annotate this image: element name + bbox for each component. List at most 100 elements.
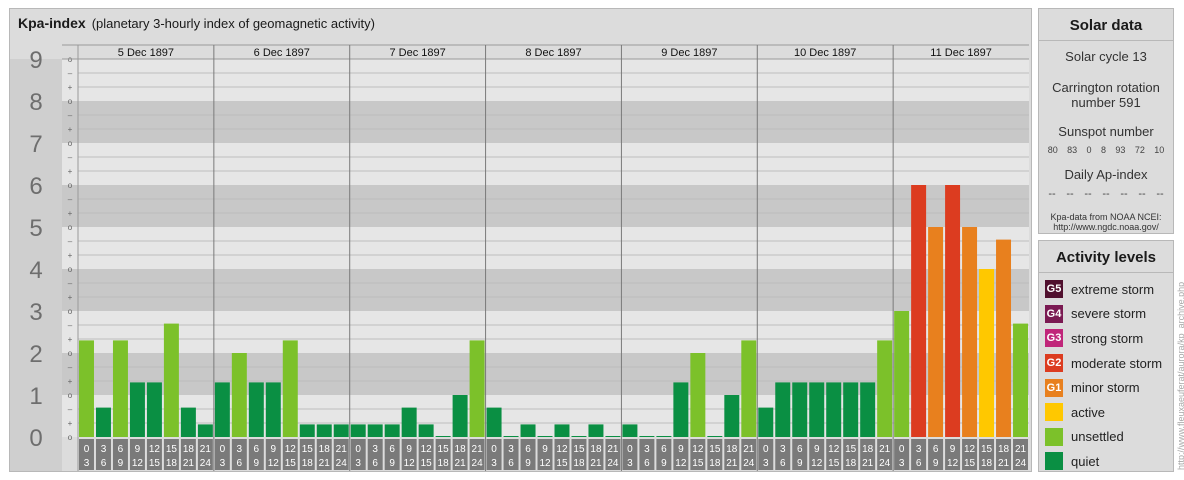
- interval-end-label: 9: [525, 458, 531, 469]
- interval-end-label: 15: [964, 458, 976, 469]
- activity-level-item: unsettled: [1039, 425, 1173, 450]
- interval-end-label: 24: [607, 458, 619, 469]
- kp-bar: [79, 340, 94, 437]
- activity-level-item: G5 extreme storm: [1039, 277, 1173, 302]
- activity-level-label: minor storm: [1071, 380, 1140, 396]
- kp-band: [10, 395, 1029, 437]
- day-label: 6 Dec 1897: [254, 47, 310, 59]
- kp-bar: [792, 382, 808, 437]
- sunspot-value: 10: [1154, 145, 1165, 155]
- sub-tick-marker: –: [68, 153, 73, 162]
- interval-end-label: 9: [661, 458, 667, 469]
- kp-bar: [639, 436, 655, 437]
- sub-tick-marker: –: [68, 405, 73, 414]
- kp-bar: [418, 424, 434, 437]
- kp-band: [10, 59, 1029, 101]
- kp-bar: [843, 382, 859, 437]
- interval-start-label: 18: [590, 444, 602, 455]
- kp-bar: [503, 436, 519, 437]
- interval-end-label: 24: [200, 458, 212, 469]
- interval-start-label: 3: [916, 444, 922, 455]
- interval-end-label: 6: [237, 458, 243, 469]
- kp-bar: [673, 382, 689, 437]
- kp-bar: [282, 340, 298, 437]
- interval-start-label: 15: [981, 444, 993, 455]
- activity-level-item: G4 severe storm: [1039, 302, 1173, 327]
- interval-end-label: 3: [627, 458, 633, 469]
- day-label: 9 Dec 1897: [661, 47, 717, 59]
- interval-end-label: 24: [472, 458, 484, 469]
- interval-start-label: 21: [200, 444, 212, 455]
- interval-end-label: 6: [372, 458, 378, 469]
- interval-start-label: 21: [743, 444, 755, 455]
- sub-tick-marker: +: [68, 419, 73, 428]
- interval-start-label: 0: [84, 444, 90, 455]
- kp-bar: [877, 340, 893, 437]
- activity-level-item: quiet: [1039, 449, 1173, 474]
- interval-end-label: 3: [220, 458, 226, 469]
- kp-bar: [248, 382, 264, 437]
- kp-bar: [486, 407, 502, 437]
- kp-bar: [350, 424, 366, 437]
- kp-bar: [333, 424, 349, 437]
- ap-value: --: [1156, 188, 1164, 200]
- kp-bar: [962, 227, 978, 437]
- kp-bar: [588, 424, 604, 437]
- sub-tick-marker: +: [68, 335, 73, 344]
- day-label: 7 Dec 1897: [390, 47, 446, 59]
- activity-level-label: active: [1071, 404, 1105, 420]
- interval-end-label: 6: [644, 458, 650, 469]
- interval-end-label: 3: [763, 458, 769, 469]
- kp-bar: [554, 424, 570, 437]
- interval-end-label: 18: [573, 458, 585, 469]
- interval-start-label: 3: [508, 444, 514, 455]
- interval-start-label: 9: [950, 444, 956, 455]
- interval-start-label: 0: [355, 444, 361, 455]
- interval-end-label: 15: [828, 458, 840, 469]
- y-tick-label: 6: [29, 173, 42, 200]
- sub-tick-marker: o: [68, 223, 73, 232]
- sub-tick-marker: o: [68, 181, 73, 190]
- sub-tick-marker: o: [68, 97, 73, 106]
- sub-tick-marker: +: [68, 377, 73, 386]
- interval-start-label: 3: [780, 444, 786, 455]
- interval-end-label: 6: [780, 458, 786, 469]
- ap-value: --: [1066, 188, 1074, 200]
- interval-start-label: 9: [678, 444, 684, 455]
- interval-end-label: 15: [692, 458, 704, 469]
- interval-end-label: 18: [438, 458, 450, 469]
- kp-bar: [367, 424, 383, 437]
- interval-start-label: 6: [661, 444, 667, 455]
- interval-start-label: 3: [644, 444, 650, 455]
- sub-tick-marker: +: [68, 251, 73, 260]
- solar-data-title: Solar data: [1039, 9, 1173, 41]
- interval-start-label: 9: [406, 444, 412, 455]
- interval-end-label: 6: [508, 458, 514, 469]
- interval-end-label: 12: [539, 458, 551, 469]
- sunspot-value: 72: [1134, 145, 1145, 155]
- kp-bar: [911, 185, 927, 437]
- interval-end-label: 21: [590, 458, 602, 469]
- interval-start-label: 18: [319, 444, 331, 455]
- interval-end-label: 3: [84, 458, 90, 469]
- sub-tick-marker: +: [68, 209, 73, 218]
- source-line-1: Kpa-data from NOAA NCEI:: [1050, 212, 1162, 222]
- interval-end-label: 9: [118, 458, 124, 469]
- activity-level-item: active: [1039, 400, 1173, 425]
- y-tick-label: 0: [29, 425, 42, 452]
- interval-end-label: 6: [916, 458, 922, 469]
- source-link[interactable]: http://www.ngdc.noaa.gov/: [1039, 222, 1173, 232]
- ap-value: --: [1102, 188, 1110, 200]
- activity-level-swatch: [1045, 427, 1063, 446]
- interval-start-label: 12: [556, 444, 568, 455]
- activity-level-label: extreme storm: [1071, 281, 1155, 297]
- activity-level-label: moderate storm: [1071, 355, 1163, 371]
- interval-end-label: 18: [302, 458, 314, 469]
- interval-end-label: 6: [101, 458, 107, 469]
- interval-start-label: 0: [220, 444, 226, 455]
- interval-end-label: 9: [797, 458, 803, 469]
- kp-bar: [996, 239, 1012, 437]
- interval-end-label: 21: [455, 458, 467, 469]
- sub-tick-marker: o: [68, 265, 73, 274]
- interval-start-label: 21: [879, 444, 891, 455]
